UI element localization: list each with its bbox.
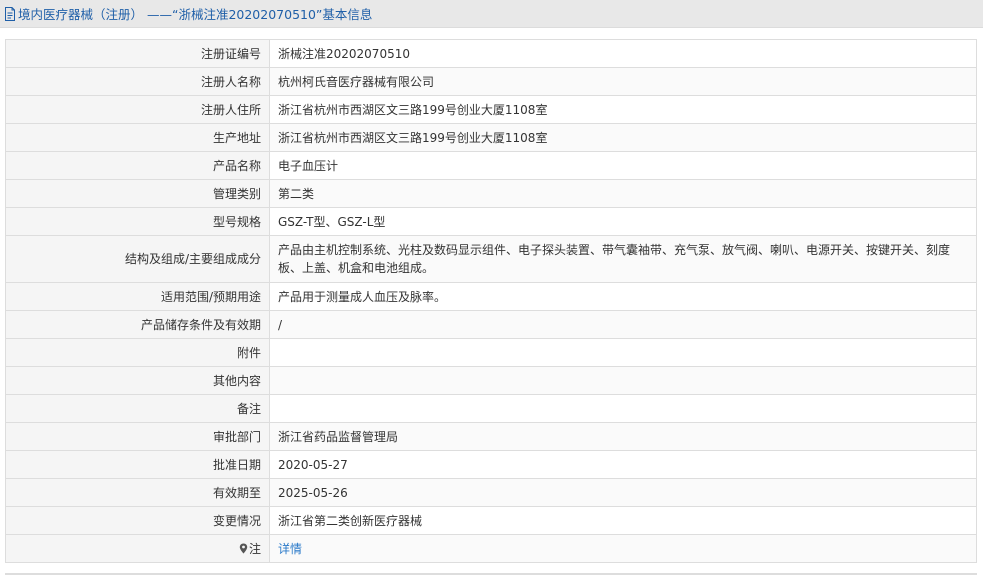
table-row-note: 注 详情 <box>5 534 977 563</box>
row-value: / <box>269 310 977 339</box>
map-pin-icon <box>239 543 248 553</box>
table-row-registration-number: 注册证编号 浙械注准20202070510 <box>5 39 977 68</box>
row-label: 产品储存条件及有效期 <box>5 310 270 339</box>
table-row-valid-until: 有效期至 2025-05-26 <box>5 478 977 507</box>
row-label: 注册人名称 <box>5 67 270 96</box>
row-value: 详情 <box>269 534 977 563</box>
table-row-change-status: 变更情况 浙江省第二类创新医疗器械 <box>5 506 977 535</box>
row-value: 电子血压计 <box>269 151 977 180</box>
row-label: 批准日期 <box>5 450 270 479</box>
row-label: 备注 <box>5 394 270 423</box>
row-label: 附件 <box>5 338 270 367</box>
header-bar: 境内医疗器械（注册） ——“浙械注准20202070510”基本信息 <box>0 0 983 28</box>
table-row-other-content: 其他内容 <box>5 366 977 395</box>
row-label: 适用范围/预期用途 <box>5 282 270 311</box>
table-row-storage-validity: 产品储存条件及有效期 / <box>5 310 977 339</box>
row-value <box>269 394 977 423</box>
table-row-model-spec: 型号规格 GSZ-T型、GSZ-L型 <box>5 207 977 236</box>
row-value: 产品用于测量成人血压及脉率。 <box>269 282 977 311</box>
details-link[interactable]: 详情 <box>278 542 302 556</box>
row-value: GSZ-T型、GSZ-L型 <box>269 207 977 236</box>
row-value: 浙江省杭州市西湖区文三路199号创业大厦1108室 <box>269 123 977 152</box>
table-row-product-name: 产品名称 电子血压计 <box>5 151 977 180</box>
table-row-intended-use: 适用范围/预期用途 产品用于测量成人血压及脉率。 <box>5 282 977 311</box>
registration-info-table: 注册证编号 浙械注准20202070510 注册人名称 杭州柯氏音医疗器械有限公… <box>5 39 977 563</box>
table-row-approval-date: 批准日期 2020-05-27 <box>5 450 977 479</box>
row-value <box>269 366 977 395</box>
page-title-text: 境内医疗器械（注册） ——“浙械注准20202070510”基本信息 <box>18 7 373 22</box>
table-row-management-category: 管理类别 第二类 <box>5 179 977 208</box>
row-value <box>269 338 977 367</box>
row-label: 产品名称 <box>5 151 270 180</box>
table-row-production-address: 生产地址 浙江省杭州市西湖区文三路199号创业大厦1108室 <box>5 123 977 152</box>
row-value: 浙江省药品监督管理局 <box>269 422 977 451</box>
row-value: 浙江省第二类创新医疗器械 <box>269 506 977 535</box>
row-label-note: 注 <box>5 534 270 563</box>
document-icon <box>5 6 15 21</box>
row-label: 生产地址 <box>5 123 270 152</box>
table-row-registrant-name: 注册人名称 杭州柯氏音医疗器械有限公司 <box>5 67 977 96</box>
row-value: 浙械注准20202070510 <box>269 39 977 68</box>
row-label: 有效期至 <box>5 478 270 507</box>
row-label: 管理类别 <box>5 179 270 208</box>
bottom-divider <box>5 573 977 575</box>
row-label: 注册人住所 <box>5 95 270 124</box>
row-value: 2020-05-27 <box>269 450 977 479</box>
table-row-approval-department: 审批部门 浙江省药品监督管理局 <box>5 422 977 451</box>
note-label-text: 注 <box>248 541 261 556</box>
row-value: 杭州柯氏音医疗器械有限公司 <box>269 67 977 96</box>
row-value: 浙江省杭州市西湖区文三路199号创业大厦1108室 <box>269 95 977 124</box>
table-row-registrant-address: 注册人住所 浙江省杭州市西湖区文三路199号创业大厦1108室 <box>5 95 977 124</box>
table-row-attachment: 附件 <box>5 338 977 367</box>
table-row-remarks: 备注 <box>5 394 977 423</box>
row-value: 第二类 <box>269 179 977 208</box>
row-label: 审批部门 <box>5 422 270 451</box>
row-label: 其他内容 <box>5 366 270 395</box>
row-label: 注册证编号 <box>5 39 270 68</box>
row-value: 2025-05-26 <box>269 478 977 507</box>
row-label: 变更情况 <box>5 506 270 535</box>
row-label: 结构及组成/主要组成成分 <box>5 235 270 283</box>
row-label: 型号规格 <box>5 207 270 236</box>
table-row-structure-composition: 结构及组成/主要组成成分 产品由主机控制系统、光柱及数码显示组件、电子探头装置、… <box>5 235 977 283</box>
row-value: 产品由主机控制系统、光柱及数码显示组件、电子探头装置、带气囊袖带、充气泵、放气阀… <box>269 235 977 283</box>
page-title: 境内医疗器械（注册） ——“浙械注准20202070510”基本信息 <box>4 4 372 23</box>
